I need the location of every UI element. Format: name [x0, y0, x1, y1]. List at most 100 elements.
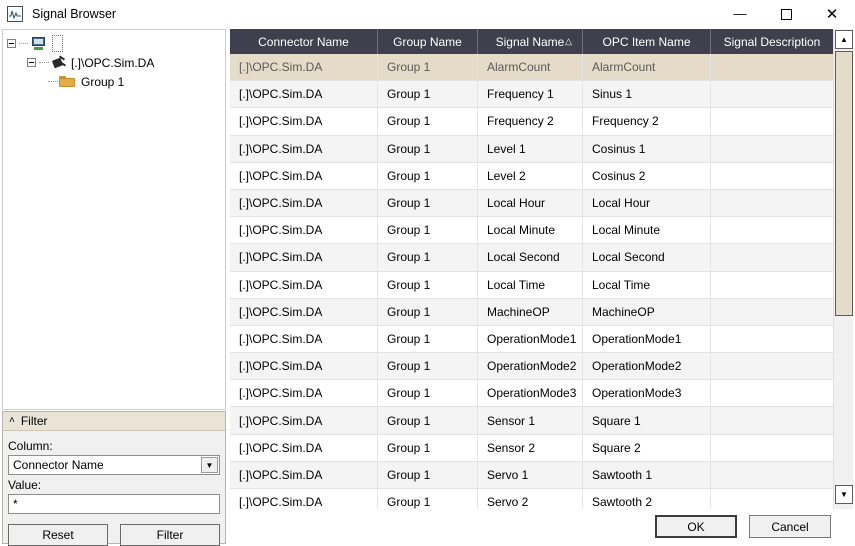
column-header-label: OPC Item Name [602, 34, 691, 49]
table-cell-opc-item: Local Time [583, 271, 711, 298]
table-cell-description [711, 407, 833, 433]
table-cell-signal: Local Second [478, 244, 583, 271]
tree-line [39, 62, 49, 63]
window-controls: — ✕ [717, 0, 855, 28]
filter-column-label: Column: [8, 439, 53, 453]
table-cell-connector: [.]\OPC.Sim.DA [230, 298, 378, 325]
table-cell-description [711, 81, 833, 107]
table-cell-description [711, 217, 833, 243]
table-row[interactable]: [.]\OPC.Sim.DA Group 1 Local Time Local Tim… [230, 271, 833, 299]
table-cell-signal: OperationMode2 [478, 353, 583, 380]
table-row[interactable]: [.]\OPC.Sim.DA Group 1 OperationMode3 Opera… [230, 380, 833, 408]
table-row[interactable]: [.]\OPC.Sim.DA Group 1 Local Second Local S… [230, 244, 833, 272]
connector-tree-panel[interactable]: [.]\OPC.Sim.DA Group 1 [2, 29, 226, 410]
expander-collapse-icon[interactable] [7, 39, 16, 48]
minimize-icon: — [733, 6, 747, 21]
tree-node-group-1[interactable]: Group 1 [3, 72, 225, 91]
table-row[interactable]: [.]\OPC.Sim.DA Group 1 OperationMode1 Opera… [230, 325, 833, 354]
ok-button[interactable]: OK [655, 515, 737, 538]
table-cell-opc-item: Local Second [583, 244, 711, 271]
table-cell-signal: Local Minute [478, 217, 583, 244]
table-cell-connector: [.]\OPC.Sim.DA [230, 217, 378, 244]
chevron-down-icon[interactable]: ▼ [201, 457, 218, 473]
close-button[interactable]: ✕ [809, 0, 855, 28]
scroll-down-button[interactable]: ▼ [835, 485, 853, 504]
scrollbar-thumb[interactable] [835, 51, 853, 316]
table-row[interactable]: [.]\OPC.Sim.DA Group 1 Frequency 1 Sinus 1 [230, 81, 833, 109]
table-cell-signal: Servo 2 [478, 489, 583, 509]
table-row[interactable]: [.]\OPC.Sim.DA Group 1 OperationMode2 Opera… [230, 353, 833, 381]
table-cell-opc-item: AlarmCount [583, 54, 711, 81]
cancel-button[interactable]: Cancel [749, 515, 831, 538]
table-cell-connector: [.]\OPC.Sim.DA [230, 162, 378, 189]
triangle-up-icon: ▲ [840, 35, 848, 44]
maximize-button[interactable] [763, 0, 809, 28]
table-cell-description [711, 272, 833, 298]
table-row[interactable]: [.]\OPC.Sim.DA Group 1 Servo 2 Sawtooth 2 [230, 489, 833, 509]
table-row[interactable]: [.]\OPC.Sim.DA Group 1 Servo 1 Sawtooth 1 [230, 461, 833, 489]
table-cell-connector: [.]\OPC.Sim.DA [230, 81, 378, 108]
table-row[interactable]: [.]\OPC.Sim.DA Group 1 AlarmCount AlarmCoun… [230, 54, 833, 82]
filter-column-value: Connector Name [13, 458, 104, 472]
window-title: Signal Browser [32, 7, 117, 21]
table-cell-signal: Frequency 1 [478, 81, 583, 108]
table-cell-connector: [.]\OPC.Sim.DA [230, 353, 378, 380]
table-row[interactable]: [.]\OPC.Sim.DA Group 1 Sensor 2 Square 2 [230, 434, 833, 462]
table-cell-signal: OperationMode3 [478, 380, 583, 407]
chevron-up-icon[interactable]: ˄ [9, 416, 15, 426]
filter-value-input[interactable]: * [8, 494, 220, 514]
folder-icon [59, 75, 76, 88]
table-cell-group: Group 1 [378, 81, 478, 108]
table-cell-connector: [.]\OPC.Sim.DA [230, 271, 378, 298]
table-cell-description [711, 353, 833, 379]
signal-waveform-icon [7, 6, 23, 22]
tree-line [48, 81, 58, 82]
table-cell-opc-item: Square 1 [583, 407, 711, 434]
table-row[interactable]: [.]\OPC.Sim.DA Group 1 Level 2 Cosinus 2 [230, 162, 833, 190]
grid-body[interactable]: [.]\OPC.Sim.DA Group 1 AlarmCount AlarmCoun… [230, 54, 833, 509]
column-header-signal-name[interactable]: Signal Name △ [478, 29, 583, 54]
table-row[interactable]: [.]\OPC.Sim.DA Group 1 MachineOP MachineOP [230, 298, 833, 326]
column-header-connector-name[interactable]: Connector Name [230, 29, 378, 54]
expander-collapse-icon[interactable] [27, 58, 36, 67]
scroll-up-button[interactable]: ▲ [835, 30, 853, 49]
table-cell-group: Group 1 [378, 325, 478, 353]
table-cell-signal: Local Time [478, 271, 583, 298]
table-cell-signal: AlarmCount [478, 54, 583, 81]
table-row[interactable]: [.]\OPC.Sim.DA Group 1 Frequency 2 Frequenc… [230, 108, 833, 136]
table-cell-signal: Level 1 [478, 135, 583, 162]
column-header-group-name[interactable]: Group Name [378, 29, 478, 54]
table-cell-group: Group 1 [378, 353, 478, 380]
filter-button[interactable]: Filter [120, 524, 220, 546]
table-cell-group: Group 1 [378, 271, 478, 298]
table-cell-description [711, 136, 833, 162]
filter-column-select[interactable]: Connector Name ▼ [8, 455, 220, 475]
table-row[interactable]: [.]\OPC.Sim.DA Group 1 Local Minute Local M… [230, 217, 833, 245]
table-cell-group: Group 1 [378, 217, 478, 244]
table-row[interactable]: [.]\OPC.Sim.DA Group 1 Level 1 Cosinus 1 [230, 135, 833, 163]
table-cell-opc-item: Local Hour [583, 189, 711, 217]
maximize-icon [780, 8, 792, 20]
table-cell-opc-item: OperationMode2 [583, 353, 711, 380]
minimize-button[interactable]: — [717, 0, 763, 28]
table-cell-description [711, 435, 833, 461]
filter-panel-header[interactable]: ˄ Filter [3, 412, 225, 431]
column-header-signal-description[interactable]: Signal Description [711, 29, 833, 54]
table-row[interactable]: [.]\OPC.Sim.DA Group 1 Local Hour Local Hou… [230, 189, 833, 218]
table-row[interactable]: [.]\OPC.Sim.DA Group 1 Sensor 1 Square 1 [230, 407, 833, 435]
table-cell-group: Group 1 [378, 135, 478, 162]
table-cell-group: Group 1 [378, 162, 478, 189]
filter-panel-title: Filter [20, 414, 48, 428]
tree-node-root[interactable] [3, 34, 225, 53]
table-cell-description [711, 163, 833, 189]
vertical-scrollbar[interactable]: ▲ ▼ [833, 29, 853, 509]
filter-action-buttons: Reset Filter [8, 524, 220, 546]
table-cell-opc-item: Cosinus 1 [583, 135, 711, 162]
tree-node-opc-sim-da[interactable]: [.]\OPC.Sim.DA [3, 53, 225, 72]
table-cell-signal: Level 2 [478, 162, 583, 189]
table-cell-connector: [.]\OPC.Sim.DA [230, 189, 378, 217]
column-header-label: Signal Name [495, 34, 565, 49]
table-cell-group: Group 1 [378, 434, 478, 461]
column-header-opc-item-name[interactable]: OPC Item Name [583, 29, 711, 54]
reset-button[interactable]: Reset [8, 524, 108, 546]
